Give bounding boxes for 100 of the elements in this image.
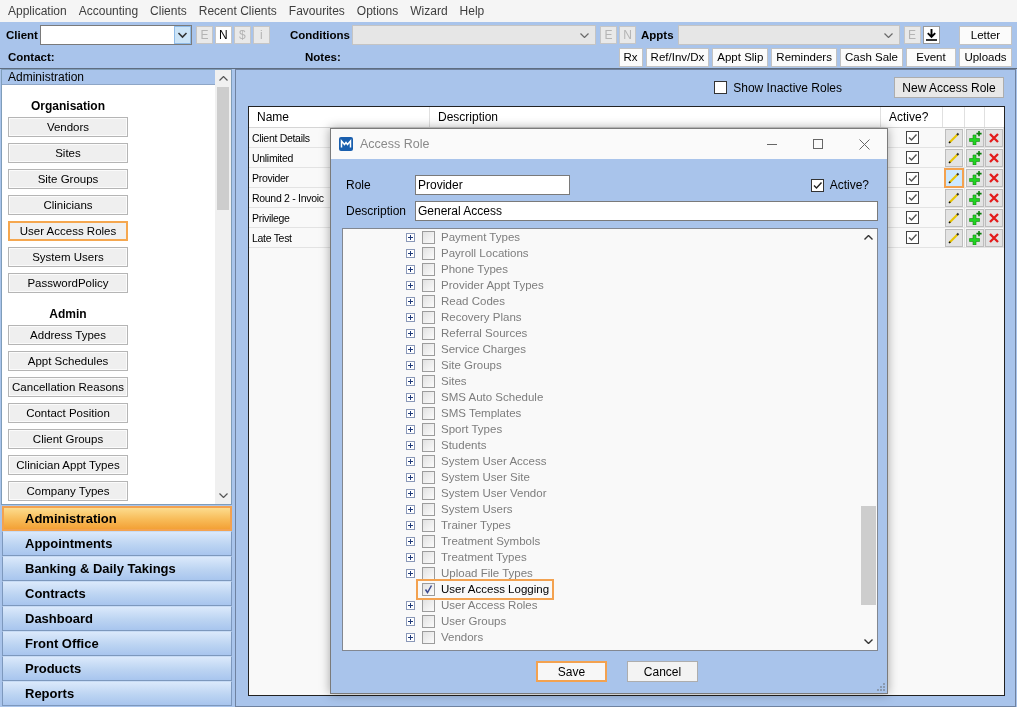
tree-item-label[interactable]: Treatment Symbols	[441, 535, 541, 547]
tree-item-label[interactable]: Treatment Types	[441, 551, 527, 563]
column-header[interactable]: Description	[438, 110, 499, 124]
letter-button[interactable]: Letter	[959, 25, 1012, 45]
menu-item[interactable]: Favourites	[282, 4, 351, 18]
toolbar-button[interactable]: Ref/Inv/Dx	[645, 47, 710, 67]
sidebar-button[interactable]: Company Types	[8, 481, 128, 501]
scrollbar-thumb[interactable]	[861, 506, 876, 605]
checkbox[interactable]	[422, 406, 435, 420]
tree-item-label[interactable]: Students	[441, 439, 487, 451]
checkbox[interactable]	[422, 230, 435, 244]
nav-item[interactable]: Reports	[2, 681, 232, 706]
expand-icon[interactable]	[406, 504, 415, 514]
tree-item-label[interactable]: Payment Types	[441, 231, 521, 243]
tree-item-label[interactable]: System User Vendor	[441, 487, 547, 499]
toolbar-button[interactable]: Event	[906, 47, 956, 67]
menu-item[interactable]: Recent Clients	[192, 4, 283, 18]
checkbox[interactable]	[714, 81, 728, 94]
sidebar-button[interactable]: Vendors	[8, 117, 128, 137]
edit-button[interactable]	[943, 168, 964, 188]
expand-icon[interactable]	[406, 328, 415, 338]
tree-item-label[interactable]: Trainer Types	[441, 519, 511, 531]
edit-button[interactable]	[944, 148, 963, 167]
expand-icon[interactable]	[406, 408, 415, 418]
tree-item-label[interactable]: Read Codes	[441, 295, 505, 307]
scrollbar-thumb[interactable]	[217, 87, 229, 210]
menu-item[interactable]: Clients	[144, 4, 193, 18]
tree-item-label[interactable]: System User Site	[441, 471, 530, 483]
toolbar-button[interactable]: Uploads	[959, 47, 1012, 67]
expand-icon[interactable]	[406, 568, 415, 578]
sidebar-button[interactable]: Address Types	[8, 325, 128, 345]
expand-icon[interactable]	[406, 520, 415, 530]
new-access-role-button[interactable]: New Access Role	[894, 77, 1004, 98]
checkbox[interactable]	[422, 550, 435, 564]
nav-item[interactable]: Front Office	[2, 631, 232, 656]
delete-button[interactable]	[985, 188, 1003, 207]
expand-icon[interactable]	[406, 632, 415, 642]
tree-item-label[interactable]: SMS Templates	[441, 407, 522, 419]
checkbox[interactable]	[422, 518, 435, 532]
menu-item[interactable]: Accounting	[72, 4, 145, 18]
add-button[interactable]	[965, 169, 984, 187]
nav-item[interactable]: Products	[2, 656, 232, 681]
delete-button[interactable]	[985, 148, 1003, 167]
checkbox[interactable]	[422, 294, 435, 308]
checkbox[interactable]	[422, 566, 435, 580]
menu-item[interactable]: Wizard	[404, 4, 454, 18]
tree-item-label[interactable]: Sites	[441, 375, 467, 387]
mini-button[interactable]: N	[214, 26, 232, 44]
toolbar-button[interactable]: Cash Sale	[839, 47, 903, 67]
checkbox[interactable]	[422, 454, 435, 468]
checkbox[interactable]	[422, 310, 435, 324]
chevron-down-icon[interactable]	[173, 26, 191, 44]
checkbox[interactable]	[905, 171, 919, 185]
sidebar-button[interactable]: System Users	[8, 247, 128, 267]
tree-item-label[interactable]: User Access Logging	[441, 583, 550, 595]
toolbar-button[interactable]: Appt Slip	[712, 47, 769, 67]
tree-item-label[interactable]: User Groups	[441, 615, 507, 627]
edit-button[interactable]	[944, 228, 963, 247]
checkbox[interactable]	[422, 502, 435, 516]
column-header[interactable]: Active?	[889, 110, 929, 124]
tree-item-label[interactable]: System Users	[441, 503, 513, 515]
delete-button[interactable]	[985, 128, 1003, 147]
expand-icon[interactable]	[406, 360, 415, 370]
menu-item[interactable]: Options	[350, 4, 405, 18]
expand-icon[interactable]	[406, 552, 415, 562]
nav-item[interactable]: Banking & Daily Takings	[2, 556, 232, 581]
tree-item-label[interactable]: Recovery Plans	[441, 311, 522, 323]
checkbox[interactable]	[422, 614, 435, 628]
checkbox[interactable]	[422, 358, 435, 372]
checkbox[interactable]	[905, 191, 919, 204]
expand-icon[interactable]	[406, 472, 415, 482]
chevron-up-icon[interactable]	[218, 76, 228, 81]
expand-icon[interactable]	[406, 456, 415, 466]
sidebar-button[interactable]: Clinicians	[8, 195, 128, 215]
checkbox[interactable]	[905, 231, 919, 244]
menu-item[interactable]: Application	[2, 4, 73, 18]
expand-icon[interactable]	[406, 488, 415, 498]
sidebar-button[interactable]: PasswordPolicy	[8, 273, 128, 293]
expand-icon[interactable]	[406, 424, 415, 434]
nav-item[interactable]: Dashboard	[2, 606, 232, 631]
dialog-button[interactable]: Save	[536, 661, 607, 682]
sidebar-button[interactable]: Client Groups	[8, 429, 128, 449]
tree-item-label[interactable]: Service Charges	[441, 343, 526, 355]
tree-item-label[interactable]: Site Groups	[441, 359, 502, 371]
sidebar-button[interactable]: Appt Schedules	[8, 351, 128, 371]
tree-item-label[interactable]: System User Access	[441, 455, 547, 467]
checkbox[interactable]	[422, 422, 435, 436]
checkbox[interactable]	[422, 246, 435, 260]
checkbox-label[interactable]: Active?	[829, 178, 869, 192]
sidebar-button[interactable]: Site Groups	[8, 169, 128, 189]
delete-button[interactable]	[985, 169, 1003, 187]
tree-item-label[interactable]: Upload File Types	[441, 567, 533, 579]
expand-icon[interactable]	[406, 312, 415, 322]
expand-icon[interactable]	[406, 376, 415, 386]
tree-item-label[interactable]: Provider Appt Types	[441, 279, 544, 291]
checkbox[interactable]	[422, 486, 435, 500]
toolbar-button[interactable]: Rx	[618, 47, 643, 67]
add-button[interactable]	[965, 208, 984, 227]
sidebar-button[interactable]: Clinician Appt Types	[8, 455, 128, 475]
nav-item[interactable]: Contracts	[2, 581, 232, 606]
